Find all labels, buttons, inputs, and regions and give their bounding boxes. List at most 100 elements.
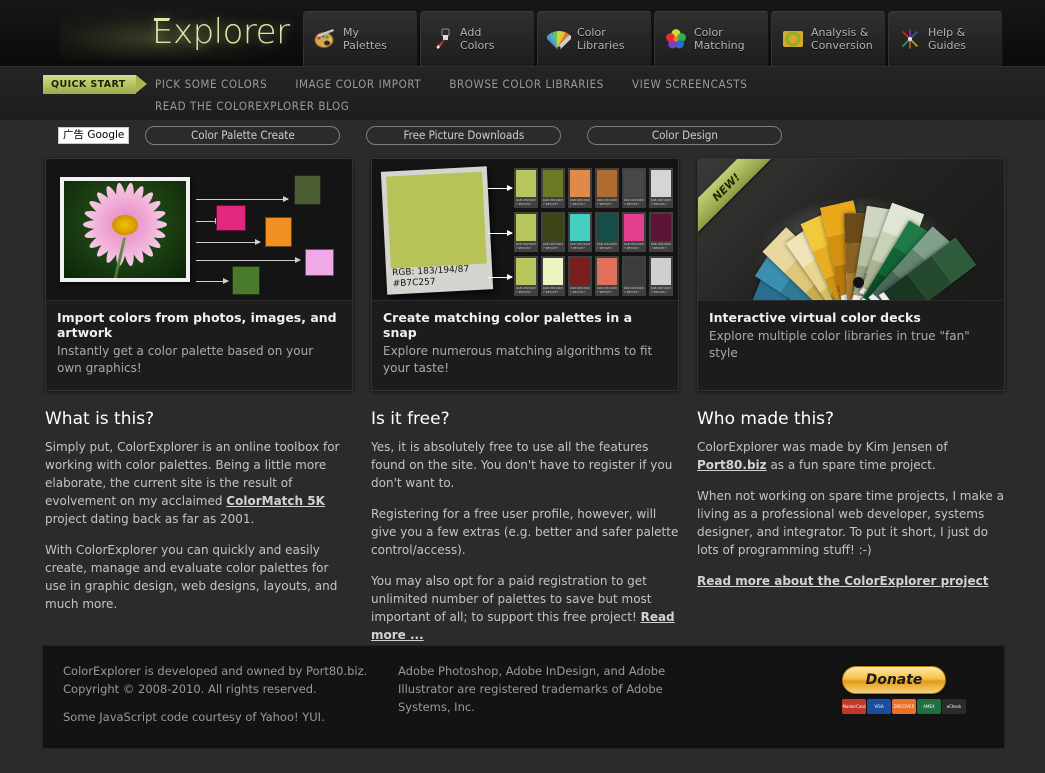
- inline-link[interactable]: Read more ...: [371, 610, 675, 642]
- swatch-color: [651, 170, 671, 197]
- swatch-row: RGB 183/194/87 #B7C257 RGB 183/194/87 #B7…: [514, 212, 673, 252]
- quicklink-pick-some-colors[interactable]: PICK SOME COLORS: [155, 74, 267, 94]
- inline-link[interactable]: Read more about the ColorExplorer projec…: [697, 574, 988, 588]
- swatch-cell[interactable]: RGB 183/194/87 #B7C257: [514, 168, 538, 208]
- site-footer: ColorExplorer is developed and owned by …: [42, 645, 1005, 749]
- swatch-label: RGB 183/194/87 #B7C257: [624, 287, 644, 294]
- card-image-import-body: Import colors from photos, images, and a…: [46, 300, 352, 390]
- swatch-label: RGB 183/194/87 #B7C257: [570, 287, 590, 294]
- swatch-label: RGB 183/194/87 #B7C257: [543, 243, 563, 250]
- swatch-color: [624, 258, 644, 285]
- swatch-label: RGB 183/194/87 #B7C257: [624, 243, 644, 250]
- tab-label: Color Matching: [694, 26, 745, 52]
- paragraph: Yes, it is absolutely free to use all th…: [371, 440, 673, 490]
- swatch-cell[interactable]: RGB 183/194/87 #B7C257: [514, 212, 538, 252]
- quick-start-badge[interactable]: QUICK START: [43, 75, 147, 94]
- swatch-label: RGB 183/194/87 #B7C257: [570, 243, 590, 250]
- swatch-cell[interactable]: RGB 183/194/87 #B7C257: [568, 212, 592, 252]
- fan-deck-pin: [853, 277, 864, 288]
- flower-center: [112, 214, 138, 235]
- card-matching-palettes-body: Create matching color palettes in a snap…: [372, 300, 678, 390]
- column-is-it-free: Is it free? Yes, it is absolutely free t…: [371, 409, 679, 657]
- donate-button[interactable]: Donate: [842, 666, 946, 694]
- swatch-cell[interactable]: RGB 183/194/87 #B7C257: [622, 168, 646, 208]
- flower-photo-inner: [64, 181, 186, 278]
- inline-link[interactable]: Port80.biz: [697, 458, 767, 472]
- swatch-cell[interactable]: RGB 183/194/87 #B7C257: [514, 256, 538, 296]
- paragraph: ColorExplorer is developed and owned by …: [63, 664, 368, 696]
- arrow-to-row-1: [488, 185, 513, 191]
- swatch-cell[interactable]: RGB 183/194/87 #B7C257: [622, 256, 646, 296]
- swatch-cell[interactable]: RGB 183/194/87 #B7C257: [541, 256, 565, 296]
- tab-help-guides[interactable]: Help & Guides: [888, 11, 1003, 66]
- card-image-import-art: [46, 159, 352, 300]
- card-matching-palettes[interactable]: RGB: 183/194/87 #B7C257 RGB 183/194/87 #…: [371, 158, 679, 391]
- tab-my-palettes[interactable]: My Palettes: [303, 11, 418, 66]
- swatch-color: [543, 258, 563, 285]
- swatch-cell[interactable]: RGB 183/194/87 #B7C257: [622, 212, 646, 252]
- payment-card-logos: MasterCard VISA DISCOVER AMEX eCheck: [842, 699, 966, 714]
- quicklink-image-color-import[interactable]: IMAGE COLOR IMPORT: [295, 74, 421, 94]
- ad-link-free-picture-downloads[interactable]: Free Picture Downloads: [366, 125, 562, 145]
- logo-text: Explorer: [152, 12, 290, 52]
- feature-cards: Import colors from photos, images, and a…: [0, 150, 1045, 391]
- swatch-color: [516, 170, 536, 197]
- quicklink-view-screencasts[interactable]: VIEW SCREENCASTS: [632, 74, 747, 94]
- site-header: Explorer My Palettes Add Colors Color Li…: [0, 0, 1045, 66]
- swatch-label: RGB 183/194/87 #B7C257: [651, 243, 671, 250]
- tab-label: Add Colors: [460, 26, 495, 52]
- swatch-label: RGB 183/194/87 #B7C257: [570, 199, 590, 206]
- inline-link[interactable]: Yahoo! YUI: [260, 710, 321, 724]
- swatch-color: [570, 214, 590, 241]
- swatch-cell[interactable]: RGB 183/194/87 #B7C257: [649, 212, 673, 252]
- card-title: Interactive virtual color decks: [709, 310, 921, 325]
- google-ads-bar: 广告 Google Color Palette Create Free Pict…: [0, 120, 1045, 150]
- quicklink-browse-color-libraries[interactable]: BROWSE COLOR LIBRARIES: [449, 74, 604, 94]
- swatch-color: [597, 258, 617, 285]
- swatch-cell[interactable]: RGB 183/194/87 #B7C257: [541, 212, 565, 252]
- tab-add-colors[interactable]: Add Colors: [420, 11, 535, 66]
- eyedropper-icon: [430, 27, 454, 51]
- swatch-cell[interactable]: RGB 183/194/87 #B7C257: [649, 168, 673, 208]
- swatch-label: RGB 183/194/87 #B7C257: [543, 287, 563, 294]
- swatch-color: [651, 258, 671, 285]
- inline-link[interactable]: Port80.biz: [306, 664, 364, 678]
- tab-analysis-conversion[interactable]: Analysis & Conversion: [771, 11, 886, 66]
- card-title: Create matching color palettes in a snap: [383, 310, 633, 340]
- site-logo[interactable]: Explorer: [152, 12, 290, 52]
- swatch-row: RGB 183/194/87 #B7C257 RGB 183/194/87 #B7…: [514, 256, 673, 296]
- ad-link-color-palette-create[interactable]: Color Palette Create: [145, 125, 341, 145]
- quicklink-read-the-colorexplorer-blog[interactable]: READ THE COLOREXPLORER BLOG: [155, 96, 349, 116]
- paragraph: Read more about the ColorExplorer projec…: [697, 572, 1005, 590]
- extracted-swatch-4: [232, 266, 260, 295]
- swatch-cell[interactable]: RGB 183/194/87 #B7C257: [541, 168, 565, 208]
- tab-label: Help & Guides: [928, 26, 967, 52]
- quick-nav-bar: QUICK START PICK SOME COLORS IMAGE COLOR…: [0, 66, 1045, 120]
- paragraph: Registering for a free user profile, how…: [371, 507, 679, 557]
- swatch-cell[interactable]: RGB 183/194/87 #B7C257: [595, 168, 619, 208]
- payment-card-logo: VISA: [867, 699, 891, 714]
- arrow-to-swatch-1: [196, 196, 289, 202]
- swatch-cell[interactable]: RGB 183/194/87 #B7C257: [595, 256, 619, 296]
- swatch-label: RGB 183/194/87 #B7C257: [597, 243, 617, 250]
- payment-card-logo: MasterCard: [842, 699, 866, 714]
- inline-link[interactable]: ColorMatch 5K: [226, 494, 325, 508]
- inline-link[interactable]: Adobe Systems, Inc.: [398, 682, 663, 714]
- tab-label: Analysis & Conversion: [811, 26, 873, 52]
- arrow-to-row-2: [488, 230, 513, 236]
- ad-link-color-design[interactable]: Color Design: [587, 125, 783, 145]
- quick-nav-links: PICK SOME COLORS IMAGE COLOR IMPORT BROW…: [0, 73, 1045, 116]
- card-subtitle: Explore multiple color libraries in true…: [709, 329, 970, 360]
- card-image-import[interactable]: Import colors from photos, images, and a…: [45, 158, 353, 391]
- swatch-cell[interactable]: RGB 183/194/87 #B7C257: [649, 256, 673, 296]
- swatch-cell[interactable]: RGB 183/194/87 #B7C257: [595, 212, 619, 252]
- swatch-cell[interactable]: RGB 183/194/87 #B7C257: [568, 168, 592, 208]
- column-body: ColorExplorer was made by Kim Jensen of …: [697, 438, 1005, 590]
- tab-color-matching[interactable]: Color Matching: [654, 11, 769, 66]
- swatch-label: RGB 183/194/87 #B7C257: [624, 199, 644, 206]
- swatch-cell[interactable]: RGB 183/194/87 #B7C257: [568, 256, 592, 296]
- footer-column-ownership: ColorExplorer is developed and owned by …: [63, 662, 393, 748]
- tab-color-libraries[interactable]: Color Libraries: [537, 11, 652, 66]
- paragraph: Some JavaScript code courtesy of Yahoo! …: [63, 710, 325, 724]
- card-virtual-decks[interactable]: 1-C1Spot 3825Spot 3824Spot 3823Spot 3821…: [697, 158, 1005, 391]
